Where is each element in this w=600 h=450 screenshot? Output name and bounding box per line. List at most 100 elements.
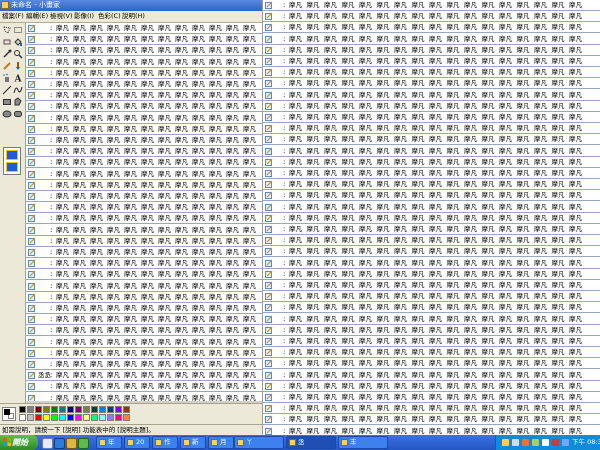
menu-image[interactable]: 影像(I) xyxy=(74,12,94,21)
cell-text: 摩凡 xyxy=(464,247,477,256)
palette-swatch[interactable] xyxy=(67,414,74,421)
palette-swatch[interactable] xyxy=(107,406,114,413)
cell-text: 摩凡 xyxy=(73,147,86,156)
cell-text: 摩凡 xyxy=(481,113,495,121)
palette-swatch[interactable] xyxy=(27,414,34,421)
taskbar-window-button[interactable]: 年 xyxy=(96,436,122,449)
tray-security-icon[interactable] xyxy=(522,439,529,446)
text-tool-icon[interactable]: A xyxy=(13,73,23,84)
cell-text: 摩凡 xyxy=(394,393,407,401)
title-bar[interactable]: 未命名 - 小畫家 xyxy=(0,0,262,11)
color-picker-icon[interactable] xyxy=(2,49,12,59)
cell-text: 摩凡 xyxy=(499,348,512,357)
current-colors[interactable] xyxy=(2,407,16,421)
messenger-icon[interactable] xyxy=(78,438,89,449)
palette-swatch[interactable] xyxy=(27,406,34,413)
pencil-paper-icon xyxy=(265,158,273,166)
menu-edit[interactable]: 編輯(E) xyxy=(26,12,48,21)
palette-swatch[interactable] xyxy=(91,406,98,413)
palette-swatch[interactable] xyxy=(59,414,66,421)
media-player-icon[interactable] xyxy=(66,438,77,449)
palette-swatch[interactable] xyxy=(35,406,42,413)
cell-text: 摩凡 xyxy=(516,269,530,278)
taskbar-window-button[interactable]: 月 xyxy=(208,436,234,449)
palette-swatch[interactable] xyxy=(123,414,130,421)
cell-text: 摩凡 xyxy=(464,157,477,166)
menu-help[interactable]: 說明(H) xyxy=(122,12,145,21)
cell-text: 摩凡 xyxy=(551,370,565,379)
tray-app-icon[interactable] xyxy=(552,439,559,446)
pencil-icon[interactable] xyxy=(2,61,12,71)
tray-network-icon[interactable] xyxy=(502,439,509,446)
palette-swatch[interactable] xyxy=(51,414,58,421)
taskbar-window-button[interactable]: 丰 xyxy=(338,436,388,449)
tray-volume-icon[interactable] xyxy=(512,439,519,446)
cell-text: 摩凡 xyxy=(341,146,355,155)
palette-swatch[interactable] xyxy=(75,414,82,421)
free-select-icon[interactable] xyxy=(2,25,12,35)
palette-swatch[interactable] xyxy=(115,414,122,421)
menu-colors[interactable]: 色彩(C) xyxy=(98,12,121,21)
cell-text: 摩凡 xyxy=(534,34,547,43)
palette-swatch[interactable] xyxy=(19,414,26,421)
cell-text: 摩凡 xyxy=(516,292,530,301)
palette-swatch[interactable] xyxy=(99,414,106,421)
row-marker: : xyxy=(283,90,286,99)
taskbar-window-button[interactable]: 作 xyxy=(152,436,178,449)
palette-swatch[interactable] xyxy=(19,406,26,413)
taskbar-window-button[interactable]: 丞 xyxy=(286,436,336,449)
palette-swatch[interactable] xyxy=(123,406,130,413)
row-marker: : xyxy=(50,80,53,88)
opaque-option-icon[interactable] xyxy=(6,150,18,160)
taskbar-window-button[interactable]: 丫 xyxy=(234,436,284,449)
palette-swatch[interactable] xyxy=(59,406,66,413)
taskbar-window-button[interactable]: 20 xyxy=(124,436,150,449)
image-canvas[interactable]: : 摩凡 摩凡 摩凡 摩凡 摩凡 摩凡 摩凡 摩凡 摩凡 摩凡 摩凡 摩凡 摩凡 摩凡 摩凡 摩凡 摩凡: 摩凡 摩凡… xyxy=(262,0,600,435)
tray-language-icon[interactable] xyxy=(562,439,569,446)
line-tool-icon[interactable] xyxy=(2,85,12,95)
cell-text: 摩凡 xyxy=(226,348,239,357)
show-desktop-icon[interactable] xyxy=(42,438,53,449)
palette-swatch[interactable] xyxy=(75,406,82,413)
drawing-canvas[interactable]: : 摩凡 摩凡 摩凡 摩凡 摩凡 摩凡 摩凡 摩凡 摩凡 摩凡 摩凡 摩凡: 摩凡 摩凡 摩凡 摩凡 摩凡 摩凡 摩凡… xyxy=(26,23,262,401)
cell-text: 摩凡 xyxy=(429,415,442,424)
rectangle-tool-icon[interactable] xyxy=(2,97,12,107)
palette-swatch[interactable] xyxy=(91,414,98,421)
cell-text: 摩凡 xyxy=(107,371,120,380)
palette-swatch[interactable] xyxy=(107,414,114,421)
rect-select-icon[interactable] xyxy=(13,25,23,35)
cell-text: 摩凡 xyxy=(516,213,530,222)
cell-text: 摩凡 xyxy=(551,225,565,233)
cell-text: 摩凡 xyxy=(141,382,154,391)
cell-text: 摩凡 xyxy=(569,1,582,9)
tray-ime-icon[interactable] xyxy=(542,439,549,446)
airbrush-icon[interactable] xyxy=(2,73,12,83)
magnifier-icon[interactable] xyxy=(13,49,23,59)
taskbar-window-button[interactable]: 新 xyxy=(180,436,206,449)
palette-swatch[interactable] xyxy=(83,406,90,413)
polygon-tool-icon[interactable] xyxy=(13,97,23,107)
palette-swatch[interactable] xyxy=(67,406,74,413)
palette-swatch[interactable] xyxy=(43,406,50,413)
palette-swatch[interactable] xyxy=(51,406,58,413)
canvas-row: : 摩凡 摩凡 摩凡 摩凡 摩凡 摩凡 摩凡 摩凡 摩凡 摩凡 摩凡 摩凡 摩凡 摩凡 摩凡 摩凡 摩凡 xyxy=(263,213,600,224)
fill-bucket-icon[interactable] xyxy=(13,37,23,47)
tray-update-icon[interactable] xyxy=(532,439,539,446)
palette-swatch[interactable] xyxy=(99,406,106,413)
rounded-rect-tool-icon[interactable] xyxy=(13,109,23,119)
cell-text: 摩凡 xyxy=(429,393,442,401)
ellipse-tool-icon[interactable] xyxy=(2,109,12,119)
menu-file[interactable]: 檔案(F) xyxy=(2,12,24,21)
eraser-icon[interactable] xyxy=(2,37,12,47)
palette-swatch[interactable] xyxy=(35,414,42,421)
transparent-option-icon[interactable] xyxy=(6,162,18,172)
palette-swatch[interactable] xyxy=(115,406,122,413)
browser-icon[interactable] xyxy=(54,438,65,449)
curve-tool-icon[interactable] xyxy=(13,85,23,95)
cell-text: 摩凡 xyxy=(226,281,239,290)
menu-view[interactable]: 檢視(V) xyxy=(50,12,73,21)
palette-swatch[interactable] xyxy=(83,414,90,421)
palette-swatch[interactable] xyxy=(43,414,50,421)
start-button[interactable]: 開始 xyxy=(0,435,38,450)
brush-icon[interactable] xyxy=(13,61,23,71)
